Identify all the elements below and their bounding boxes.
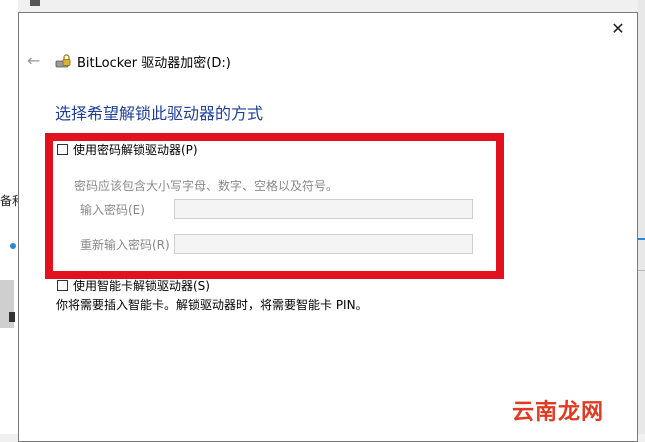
smartcard-checkbox[interactable] bbox=[57, 280, 68, 291]
site-watermark: 云南龙网 bbox=[512, 400, 605, 425]
page-heading: 选择希望解锁此驱动器的方式 bbox=[55, 104, 264, 123]
background-accent-line bbox=[638, 238, 645, 240]
password-hint: 密码应该包含大小写字母、数字、空格以及符号。 bbox=[74, 179, 339, 193]
smartcard-option-label[interactable]: 使用智能卡解锁驱动器(S) bbox=[73, 277, 210, 294]
background-line bbox=[638, 270, 645, 271]
password-option-label[interactable]: 使用密码解锁驱动器(P) bbox=[73, 141, 198, 158]
close-button[interactable]: ✕ bbox=[605, 17, 631, 39]
reenter-password-label: 重新输入密码(R) bbox=[80, 238, 170, 252]
background-mark bbox=[30, 0, 40, 6]
back-button[interactable]: ← bbox=[27, 53, 45, 69]
bitlocker-drive-icon bbox=[55, 54, 71, 68]
bitlocker-dialog: ✕ ← BitLocker 驱动器加密(D:) 选择希望解锁此驱动器的方式 使用… bbox=[18, 12, 638, 442]
smartcard-description: 你将需要插入智能卡。解锁驱动器时，将需要智能卡 PIN。 bbox=[56, 298, 368, 312]
enter-password-field[interactable] bbox=[174, 199, 473, 219]
window-title: BitLocker 驱动器加密(D:) bbox=[77, 56, 231, 71]
background-window-right bbox=[638, 0, 645, 434]
background-dot bbox=[10, 243, 16, 249]
background-window-left bbox=[0, 0, 18, 434]
back-arrow-icon: ← bbox=[27, 51, 41, 70]
background-mark bbox=[9, 312, 15, 322]
reenter-password-field[interactable] bbox=[174, 234, 473, 254]
enter-password-label: 输入密码(E) bbox=[80, 203, 145, 217]
close-icon: ✕ bbox=[611, 18, 625, 38]
password-checkbox[interactable] bbox=[57, 144, 68, 155]
